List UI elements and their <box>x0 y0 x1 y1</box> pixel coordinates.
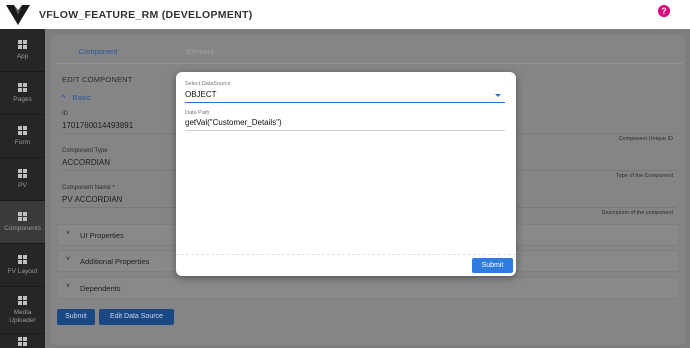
sidebar-item-more[interactable] <box>0 337 45 348</box>
sidebar-item-label: PV <box>18 181 27 189</box>
component-type-label: Component Type <box>62 148 108 154</box>
modal-submit-button[interactable]: Submit <box>472 258 513 273</box>
chevron-down-icon[interactable] <box>495 94 501 97</box>
sidebar-item-label: Form <box>14 138 31 146</box>
accordion-label: Basic <box>72 93 91 102</box>
grid-icon <box>18 211 27 221</box>
datasource-select[interactable]: OBJECT <box>185 89 505 103</box>
datasource-label: Select DataSource <box>185 81 231 87</box>
datasource-value: OBJECT <box>185 90 217 99</box>
edit-data-source-button[interactable]: Edit Data Source <box>99 309 174 325</box>
chevron-down-icon: ˅ <box>66 256 71 263</box>
app-title: VFLOW_FEATURE_RM (DEVELOPMENT) <box>39 8 253 21</box>
chevron-down-icon: ˅ <box>66 283 71 290</box>
chevron-up-icon: ^ <box>61 93 66 102</box>
help-icon[interactable]: ? <box>658 5 670 17</box>
id-hint: Component Unique ID <box>618 136 673 142</box>
component-type-field[interactable]: ACCORDIAN <box>62 158 110 167</box>
sidebar-item-label: Pages <box>13 95 32 103</box>
sidebar-item-fv-layout[interactable]: FV Layout <box>0 244 45 287</box>
app-header: VFLOW_FEATURE_RM (DEVELOPMENT) ? <box>0 0 690 29</box>
accordion-label: Dependents <box>80 284 121 293</box>
data-source-modal: Select DataSource OBJECT Data Path getVa… <box>176 72 516 276</box>
sidebar: App Pages Form PV Components FV Layout M… <box>0 29 45 348</box>
grid-icon <box>18 125 27 135</box>
accordion-label: UI Properties <box>80 231 124 240</box>
submit-button[interactable]: Submit <box>57 309 95 325</box>
sidebar-item-app[interactable]: App <box>0 29 45 72</box>
grid-icon <box>18 82 27 92</box>
component-name-label: Component Name * <box>62 185 115 191</box>
chevron-down-icon: ˅ <box>66 230 71 237</box>
id-field[interactable]: 1701760014493891 <box>62 121 133 130</box>
component-name-field[interactable]: PV ACCORDIAN <box>62 195 122 204</box>
sidebar-item-label: Components <box>4 224 41 232</box>
sidebar-item-media-uploader[interactable]: Media Uploader <box>0 287 45 334</box>
component-type-hint: Type of the Component <box>615 173 673 179</box>
tabs-divider <box>55 63 683 64</box>
sidebar-item-label: FV Layout <box>7 267 38 275</box>
sidebar-item-label: Media Uploader <box>9 308 36 324</box>
datapath-input[interactable]: getVal("Customer_Details") <box>185 117 505 131</box>
grid-icon <box>18 168 27 178</box>
sidebar-item-pv[interactable]: PV <box>0 158 45 201</box>
tab-component[interactable]: Component <box>58 43 138 64</box>
accordion-label: Additional Properties <box>80 257 150 266</box>
modal-divider <box>176 254 516 255</box>
grid-icon <box>18 39 27 49</box>
tab-bar: Component Element <box>58 43 240 64</box>
sidebar-item-components[interactable]: Components <box>0 201 45 244</box>
component-name-hint: Description of the component <box>601 210 673 216</box>
id-label: ID <box>62 111 68 117</box>
grid-icon <box>18 254 27 264</box>
accordion-dependents[interactable]: ˅ Dependents <box>57 277 679 299</box>
grid-icon <box>18 295 27 305</box>
sidebar-item-pages[interactable]: Pages <box>0 72 45 115</box>
section-title: EDIT COMPONENT <box>62 75 133 84</box>
tab-element[interactable]: Element <box>160 43 240 59</box>
sidebar-item-form[interactable]: Form <box>0 115 45 158</box>
datapath-label: Data Path <box>185 110 210 116</box>
accordion-basic[interactable]: ^ Basic <box>61 93 91 102</box>
vflow-logo-icon[interactable] <box>5 4 31 26</box>
grid-icon <box>18 337 27 346</box>
datapath-value: getVal("Customer_Details") <box>185 118 282 127</box>
sidebar-item-label: App <box>16 52 29 60</box>
